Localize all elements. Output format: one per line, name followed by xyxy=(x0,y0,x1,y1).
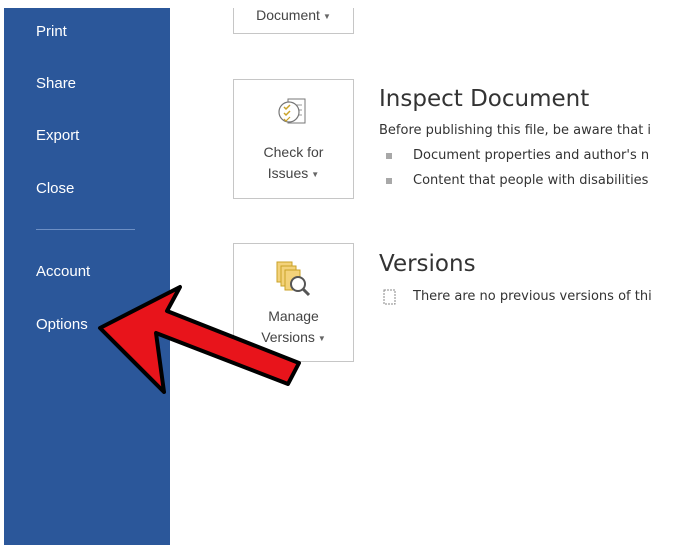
red-arrow-annotation xyxy=(98,285,301,394)
backstage-view: Print Share Export Close Account Options… xyxy=(4,8,679,545)
